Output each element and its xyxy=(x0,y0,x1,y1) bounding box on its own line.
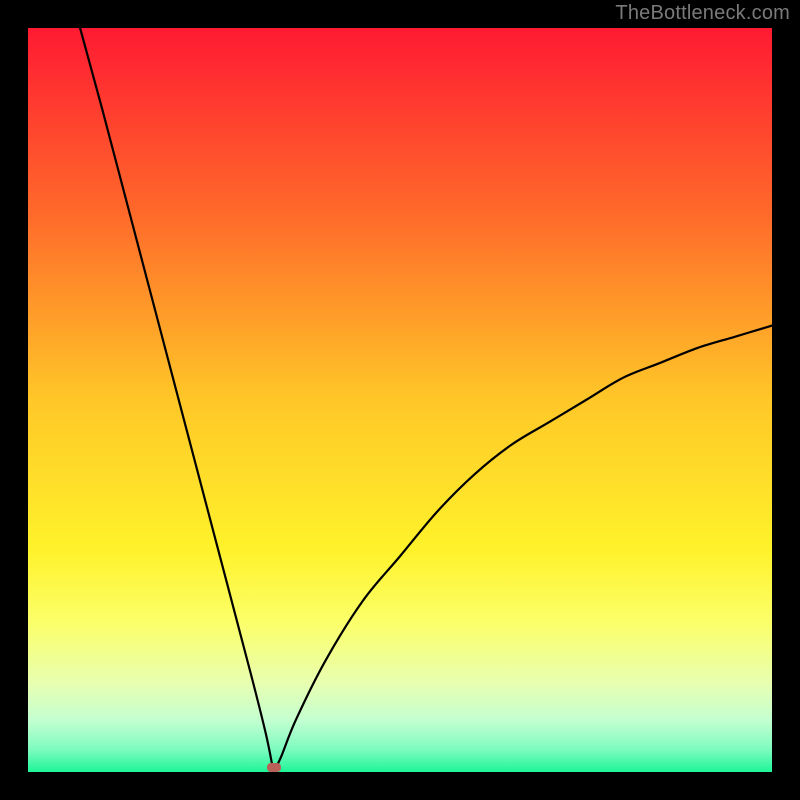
curve-layer xyxy=(28,28,772,772)
chart-frame: { "watermark": "TheBottleneck.com", "col… xyxy=(0,0,800,800)
min-marker xyxy=(267,763,281,772)
plot-area xyxy=(28,28,772,772)
watermark-text: TheBottleneck.com xyxy=(615,2,790,25)
bottleneck-curve xyxy=(80,28,772,772)
